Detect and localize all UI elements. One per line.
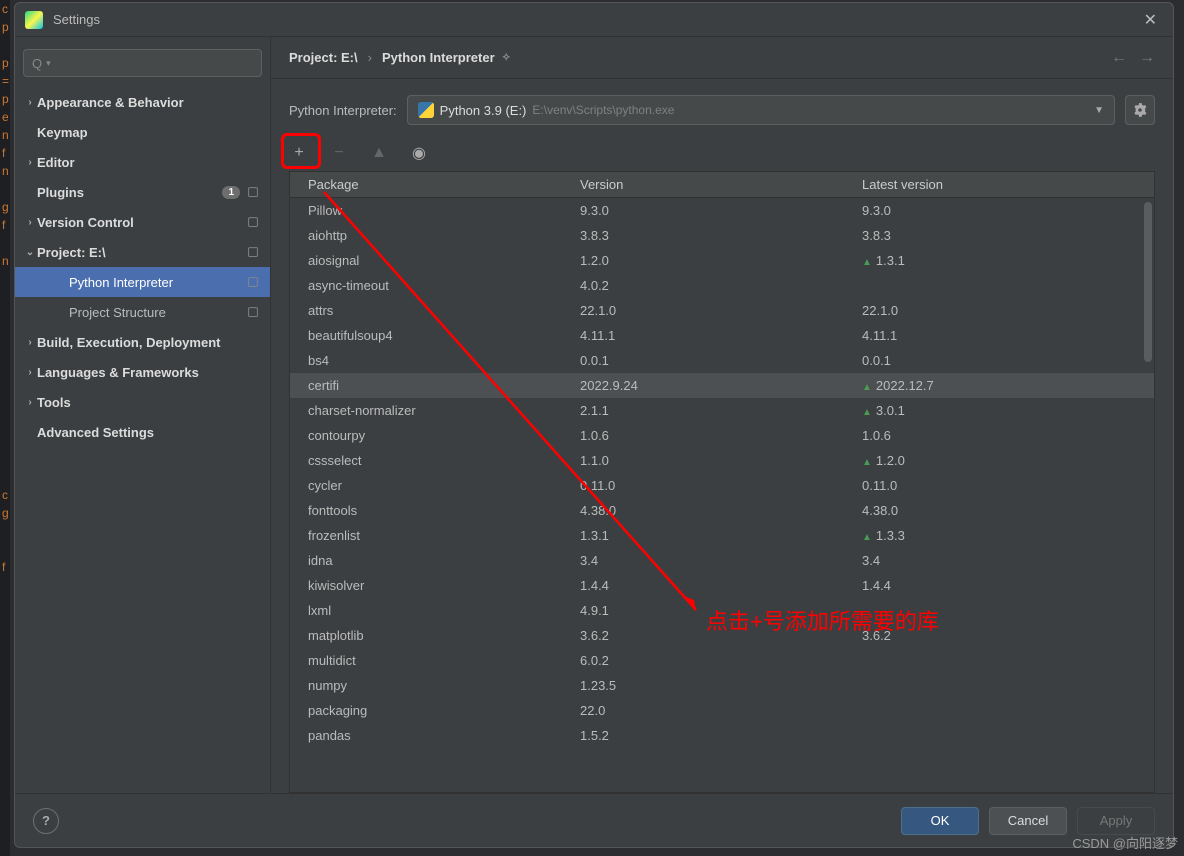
- close-icon[interactable]: ✕: [1138, 6, 1163, 34]
- chevron-down-icon: ▾: [46, 58, 51, 69]
- table-row[interactable]: aiohttp3.8.33.8.3: [290, 223, 1154, 248]
- sidebar-item[interactable]: ›Build, Execution, Deployment: [15, 327, 270, 357]
- interpreter-name: Python 3.9 (E:): [440, 103, 527, 118]
- table-row[interactable]: aiosignal1.2.0▲1.3.1: [290, 248, 1154, 273]
- upgrade-package-button[interactable]: ▲: [369, 144, 389, 162]
- table-row[interactable]: packaging22.0: [290, 698, 1154, 723]
- table-row[interactable]: idna3.43.4: [290, 548, 1154, 573]
- table-row[interactable]: lxml4.9.1: [290, 598, 1154, 623]
- header-package[interactable]: Package: [290, 177, 572, 192]
- table-row[interactable]: cssselect1.1.0▲1.2.0: [290, 448, 1154, 473]
- ok-button[interactable]: OK: [901, 807, 979, 835]
- table-row[interactable]: numpy1.23.5: [290, 673, 1154, 698]
- package-table: Package Version Latest version Pillow9.3…: [289, 171, 1155, 793]
- add-package-button[interactable]: +: [289, 144, 309, 162]
- reset-icon[interactable]: ⟡: [503, 51, 510, 64]
- python-icon: [418, 102, 434, 118]
- breadcrumb: Project: E:\ › Python Interpreter ⟡ ← →: [271, 37, 1173, 79]
- apply-button: Apply: [1077, 807, 1155, 835]
- interpreter-settings-button[interactable]: [1125, 95, 1155, 125]
- breadcrumb-separator: ›: [368, 50, 372, 65]
- package-list[interactable]: Pillow9.3.09.3.0aiohttp3.8.33.8.3aiosign…: [290, 198, 1154, 792]
- package-toolbar: + − ▲ ◉: [271, 139, 1173, 167]
- interpreter-label: Python Interpreter:: [289, 103, 397, 118]
- table-row[interactable]: pandas1.5.2: [290, 723, 1154, 748]
- table-row[interactable]: certifi2022.9.24▲2022.12.7: [290, 373, 1154, 398]
- table-row[interactable]: beautifulsoup44.11.14.11.1: [290, 323, 1154, 348]
- header-latest[interactable]: Latest version: [854, 177, 1154, 192]
- settings-tree: ›Appearance & Behavior›Keymap›Editor›Plu…: [15, 87, 270, 793]
- table-row[interactable]: bs40.0.10.0.1: [290, 348, 1154, 373]
- background-code: cpp=penfngfncgf: [2, 0, 9, 576]
- interpreter-select[interactable]: Python 3.9 (E:) E:\venv\Scripts\python.e…: [407, 95, 1115, 125]
- gear-icon: [246, 245, 260, 259]
- table-row[interactable]: fonttools4.38.04.38.0: [290, 498, 1154, 523]
- sidebar-item[interactable]: ⌄Project: E:\: [15, 237, 270, 267]
- sidebar-item[interactable]: ›Plugins1: [15, 177, 270, 207]
- sidebar-item[interactable]: ›Project Structure: [15, 297, 270, 327]
- table-row[interactable]: charset-normalizer2.1.1▲3.0.1: [290, 398, 1154, 423]
- header-version[interactable]: Version: [572, 177, 854, 192]
- sidebar-item[interactable]: ›Version Control: [15, 207, 270, 237]
- sidebar-item[interactable]: ›Editor: [15, 147, 270, 177]
- settings-sidebar: Q ▾ ›Appearance & Behavior›Keymap›Editor…: [15, 37, 271, 793]
- search-icon: Q: [32, 56, 42, 71]
- table-row[interactable]: multidict6.0.2: [290, 648, 1154, 673]
- remove-package-button[interactable]: −: [329, 144, 349, 162]
- table-row[interactable]: kiwisolver1.4.41.4.4: [290, 573, 1154, 598]
- settings-dialog: Settings ✕ Q ▾ ›Appearance & Behavior›Ke…: [14, 2, 1174, 848]
- cancel-button[interactable]: Cancel: [989, 807, 1067, 835]
- gear-icon: [246, 275, 260, 289]
- sidebar-item[interactable]: ›Languages & Frameworks: [15, 357, 270, 387]
- interpreter-row: Python Interpreter: Python 3.9 (E:) E:\v…: [271, 79, 1173, 139]
- chevron-down-icon: ▼: [1094, 105, 1104, 116]
- gear-icon: [246, 185, 260, 199]
- table-row[interactable]: Pillow9.3.09.3.0: [290, 198, 1154, 223]
- gear-icon: [1133, 103, 1147, 117]
- sidebar-item[interactable]: ›Advanced Settings: [15, 417, 270, 447]
- table-row[interactable]: frozenlist1.3.1▲1.3.3: [290, 523, 1154, 548]
- table-row[interactable]: contourpy1.0.61.0.6: [290, 423, 1154, 448]
- window-title: Settings: [53, 12, 1138, 27]
- sidebar-item[interactable]: ›Appearance & Behavior: [15, 87, 270, 117]
- dialog-footer: ? OK Cancel Apply: [15, 793, 1173, 847]
- table-row[interactable]: async-timeout4.0.2: [290, 273, 1154, 298]
- nav-back-icon[interactable]: ←: [1111, 49, 1127, 67]
- content-pane: Project: E:\ › Python Interpreter ⟡ ← → …: [271, 37, 1173, 793]
- search-input[interactable]: Q ▾: [23, 49, 262, 77]
- table-header: Package Version Latest version: [290, 172, 1154, 198]
- help-button[interactable]: ?: [33, 808, 59, 834]
- show-early-releases-button[interactable]: ◉: [409, 143, 429, 163]
- pycharm-icon: [25, 11, 43, 29]
- gear-icon: [246, 215, 260, 229]
- nav-forward-icon[interactable]: →: [1139, 49, 1155, 67]
- table-row[interactable]: cycler0.11.00.11.0: [290, 473, 1154, 498]
- table-row[interactable]: matplotlib3.6.23.6.2: [290, 623, 1154, 648]
- sidebar-item[interactable]: ›Tools: [15, 387, 270, 417]
- table-row[interactable]: attrs22.1.022.1.0: [290, 298, 1154, 323]
- sidebar-item[interactable]: ›Python Interpreter: [15, 267, 270, 297]
- breadcrumb-page: Python Interpreter: [382, 50, 495, 65]
- interpreter-path: E:\venv\Scripts\python.exe: [532, 103, 674, 117]
- sidebar-item[interactable]: ›Keymap: [15, 117, 270, 147]
- gear-icon: [246, 305, 260, 319]
- titlebar: Settings ✕: [15, 3, 1173, 37]
- breadcrumb-project: Project: E:\: [289, 50, 358, 65]
- scrollbar[interactable]: [1144, 202, 1152, 362]
